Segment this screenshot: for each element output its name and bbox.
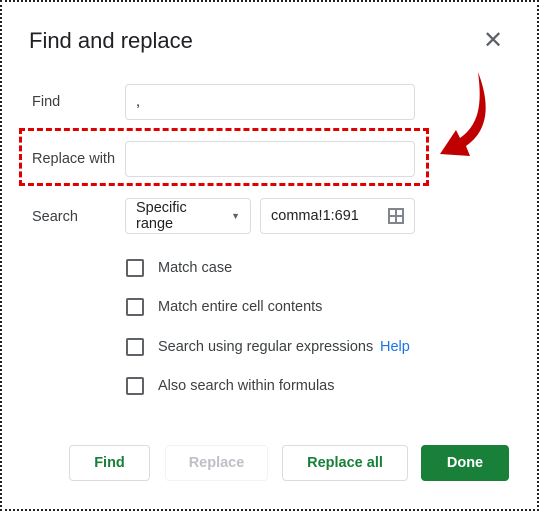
match-entire-cell-label: Match entire cell contents (158, 299, 323, 315)
regex-label: Search using regular expressions (158, 339, 374, 355)
replace-label: Replace with (32, 151, 116, 167)
replace-all-button[interactable]: Replace all (282, 445, 408, 481)
match-entire-cell-checkbox[interactable] (126, 298, 144, 316)
dialog-title: Find and replace (29, 28, 193, 53)
regex-checkbox[interactable] (126, 338, 144, 356)
grid-icon[interactable] (388, 208, 404, 224)
caret-down-icon: ▼ (231, 211, 240, 221)
formulas-label: Also search within formulas (158, 378, 335, 394)
match-case-label: Match case (158, 260, 233, 276)
help-link[interactable]: Help (380, 339, 410, 355)
search-label: Search (32, 209, 78, 225)
close-icon[interactable]: ✕ (482, 28, 504, 54)
done-button[interactable]: Done (421, 445, 509, 481)
search-scope-dropdown[interactable]: Specific range ▼ (125, 198, 251, 234)
find-label: Find (32, 94, 61, 110)
find-input[interactable]: , (125, 84, 415, 120)
formulas-checkbox[interactable] (126, 377, 144, 395)
replace-button[interactable]: Replace (165, 445, 268, 481)
search-scope-value: Specific range (136, 200, 187, 232)
find-button[interactable]: Find (69, 445, 150, 481)
arrow-annotation (440, 72, 486, 156)
range-value: comma!1:691 (271, 208, 359, 224)
match-case-checkbox[interactable] (126, 259, 144, 277)
replace-input[interactable] (125, 141, 415, 177)
range-input[interactable]: comma!1:691 (260, 198, 415, 234)
